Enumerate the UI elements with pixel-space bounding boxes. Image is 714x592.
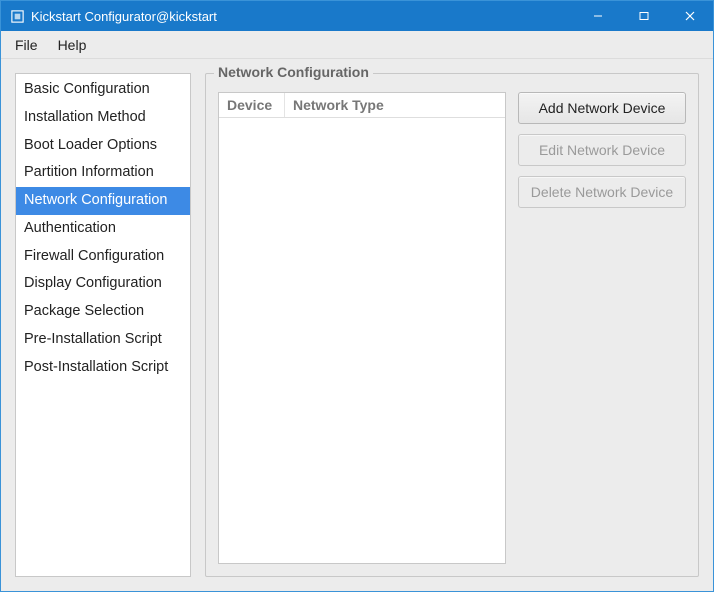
minimize-button[interactable] xyxy=(575,1,621,31)
sidebar-item-pre-installation-script[interactable]: Pre-Installation Script xyxy=(16,326,190,354)
sidebar-item-firewall-configuration[interactable]: Firewall Configuration xyxy=(16,243,190,271)
window-controls xyxy=(575,1,713,31)
table-header: Device Network Type xyxy=(219,93,505,118)
sidebar-item-authentication[interactable]: Authentication xyxy=(16,215,190,243)
titlebar: Kickstart Configurator@kickstart xyxy=(1,1,713,31)
app-icon xyxy=(9,8,25,24)
column-header-network-type[interactable]: Network Type xyxy=(285,93,505,117)
main-panel: Network Configuration Device Network Typ… xyxy=(205,73,699,577)
close-button[interactable] xyxy=(667,1,713,31)
sidebar-item-boot-loader-options[interactable]: Boot Loader Options xyxy=(16,132,190,160)
sidebar-item-network-configuration[interactable]: Network Configuration xyxy=(16,187,190,215)
sidebar-item-display-configuration[interactable]: Display Configuration xyxy=(16,270,190,298)
edit-network-device-button: Edit Network Device xyxy=(518,134,686,166)
sidebar-item-partition-information[interactable]: Partition Information xyxy=(16,159,190,187)
add-network-device-button[interactable]: Add Network Device xyxy=(518,92,686,124)
table-body xyxy=(219,118,505,563)
sidebar-item-post-installation-script[interactable]: Post-Installation Script xyxy=(16,354,190,382)
menu-file[interactable]: File xyxy=(7,34,46,56)
menubar: File Help xyxy=(1,31,713,59)
network-configuration-group: Network Configuration Device Network Typ… xyxy=(205,73,699,577)
group-title: Network Configuration xyxy=(214,64,373,80)
sidebar-item-installation-method[interactable]: Installation Method xyxy=(16,104,190,132)
maximize-button[interactable] xyxy=(621,1,667,31)
sidebar-item-basic-configuration[interactable]: Basic Configuration xyxy=(16,76,190,104)
network-device-table[interactable]: Device Network Type xyxy=(218,92,506,564)
content-area: Basic Configuration Installation Method … xyxy=(1,59,713,591)
window-title: Kickstart Configurator@kickstart xyxy=(31,9,217,24)
button-column: Add Network Device Edit Network Device D… xyxy=(518,92,686,564)
column-header-device[interactable]: Device xyxy=(219,93,285,117)
delete-network-device-button: Delete Network Device xyxy=(518,176,686,208)
sidebar: Basic Configuration Installation Method … xyxy=(15,73,191,577)
menu-help[interactable]: Help xyxy=(50,34,95,56)
sidebar-item-package-selection[interactable]: Package Selection xyxy=(16,298,190,326)
